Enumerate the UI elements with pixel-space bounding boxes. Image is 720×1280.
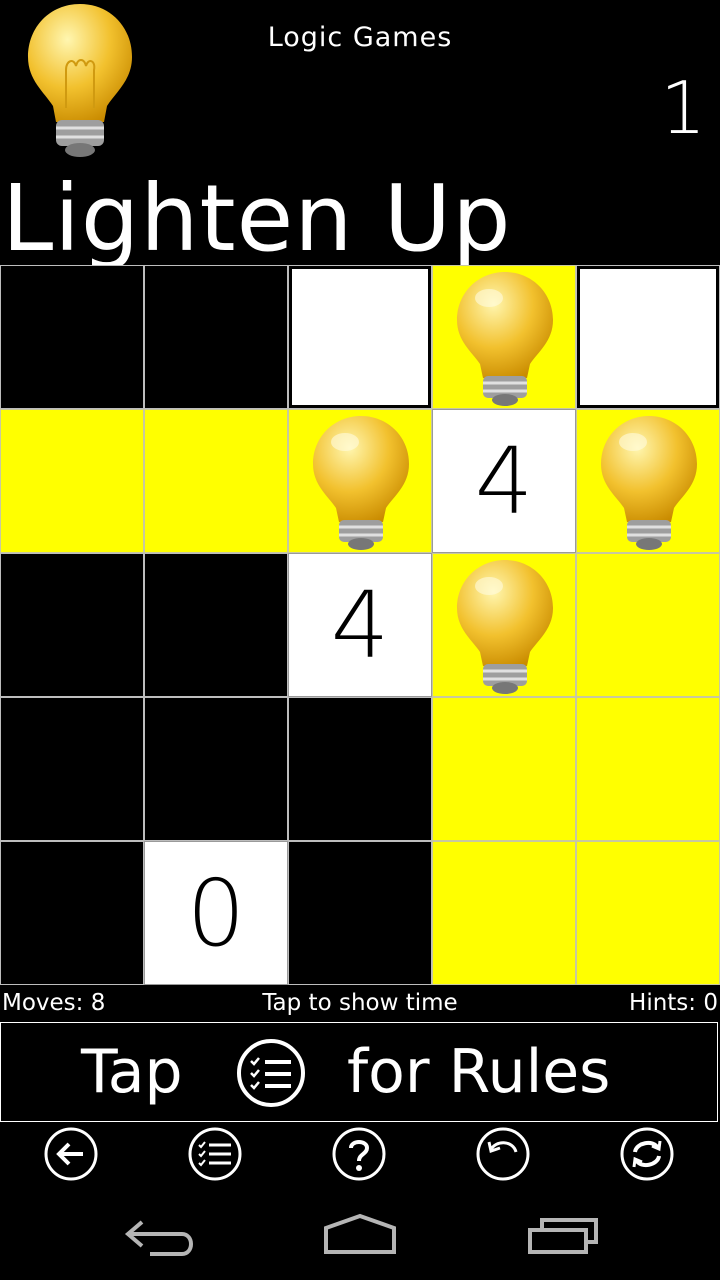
grid-cell: 4 <box>288 553 432 697</box>
grid-cell: 4 <box>432 409 576 553</box>
rules-suffix: for Rules <box>347 1037 611 1107</box>
grid-cell <box>0 841 144 985</box>
nav-back-button[interactable] <box>120 1208 200 1264</box>
grid-cell[interactable] <box>432 553 576 697</box>
grid-cell[interactable] <box>288 265 432 409</box>
grid-cell[interactable] <box>288 409 432 553</box>
nav-recents-button[interactable] <box>522 1208 602 1264</box>
refresh-icon <box>632 1140 662 1168</box>
cell-number: 4 <box>330 571 390 679</box>
rules-banner[interactable]: Tap for Rules <box>0 1022 718 1122</box>
lightbulb-icon <box>313 416 409 550</box>
grid-cell <box>144 697 288 841</box>
grid-cell <box>0 265 144 409</box>
grid-cell <box>288 841 432 985</box>
grid-cell[interactable] <box>576 553 720 697</box>
grid-cell <box>0 553 144 697</box>
page-title: Lighten Up <box>2 165 512 272</box>
grid-cell[interactable] <box>576 265 720 409</box>
grid-cell[interactable] <box>576 409 720 553</box>
cell-number: 0 <box>186 859 246 967</box>
help-button[interactable] <box>331 1126 387 1182</box>
puzzle-grid: 44 0 <box>0 265 720 985</box>
restart-button[interactable] <box>619 1126 675 1182</box>
rules-list-icon <box>198 1141 231 1167</box>
grid-cell[interactable] <box>432 841 576 985</box>
grid-cell <box>288 697 432 841</box>
header: Logic Games 1 Lighten Up <box>0 0 720 272</box>
nav-home-button[interactable] <box>320 1208 400 1264</box>
grid-cell[interactable] <box>144 409 288 553</box>
rules-prefix: Tap <box>81 1037 183 1107</box>
grid-cell[interactable] <box>576 697 720 841</box>
back-button[interactable] <box>43 1126 99 1182</box>
undo-icon <box>487 1141 518 1153</box>
rules-button[interactable] <box>187 1126 243 1182</box>
status-bar: Moves: 8 Tap to show time Hints: 0 <box>0 990 720 1022</box>
level-number: 1 <box>660 66 706 150</box>
cell-number: 4 <box>474 427 534 535</box>
grid-cell <box>144 265 288 409</box>
undo-button[interactable] <box>475 1126 531 1182</box>
rules-list-icon <box>237 1039 305 1107</box>
question-icon <box>349 1140 370 1171</box>
grid-cell[interactable] <box>576 841 720 985</box>
nav-home-icon <box>324 1213 396 1254</box>
grid-cell[interactable] <box>432 265 576 409</box>
app-name: Logic Games <box>267 22 453 53</box>
lightbulb-icon <box>601 416 697 550</box>
grid-cell <box>0 697 144 841</box>
arrow-left-icon <box>56 1142 83 1166</box>
show-time-toggle[interactable]: Tap to show time <box>0 990 720 1016</box>
grid-cell: 0 <box>144 841 288 985</box>
lightbulb-icon <box>457 560 553 694</box>
nav-back-icon <box>124 1220 193 1256</box>
grid-cell <box>144 553 288 697</box>
toolbar <box>0 1126 720 1182</box>
grid-cell[interactable] <box>0 409 144 553</box>
lightbulb-icon <box>457 272 553 406</box>
grid-cell[interactable] <box>432 697 576 841</box>
system-navbar <box>0 1190 720 1280</box>
nav-recents-icon <box>528 1218 598 1254</box>
hints-counter: Hints: 0 <box>629 990 718 1016</box>
